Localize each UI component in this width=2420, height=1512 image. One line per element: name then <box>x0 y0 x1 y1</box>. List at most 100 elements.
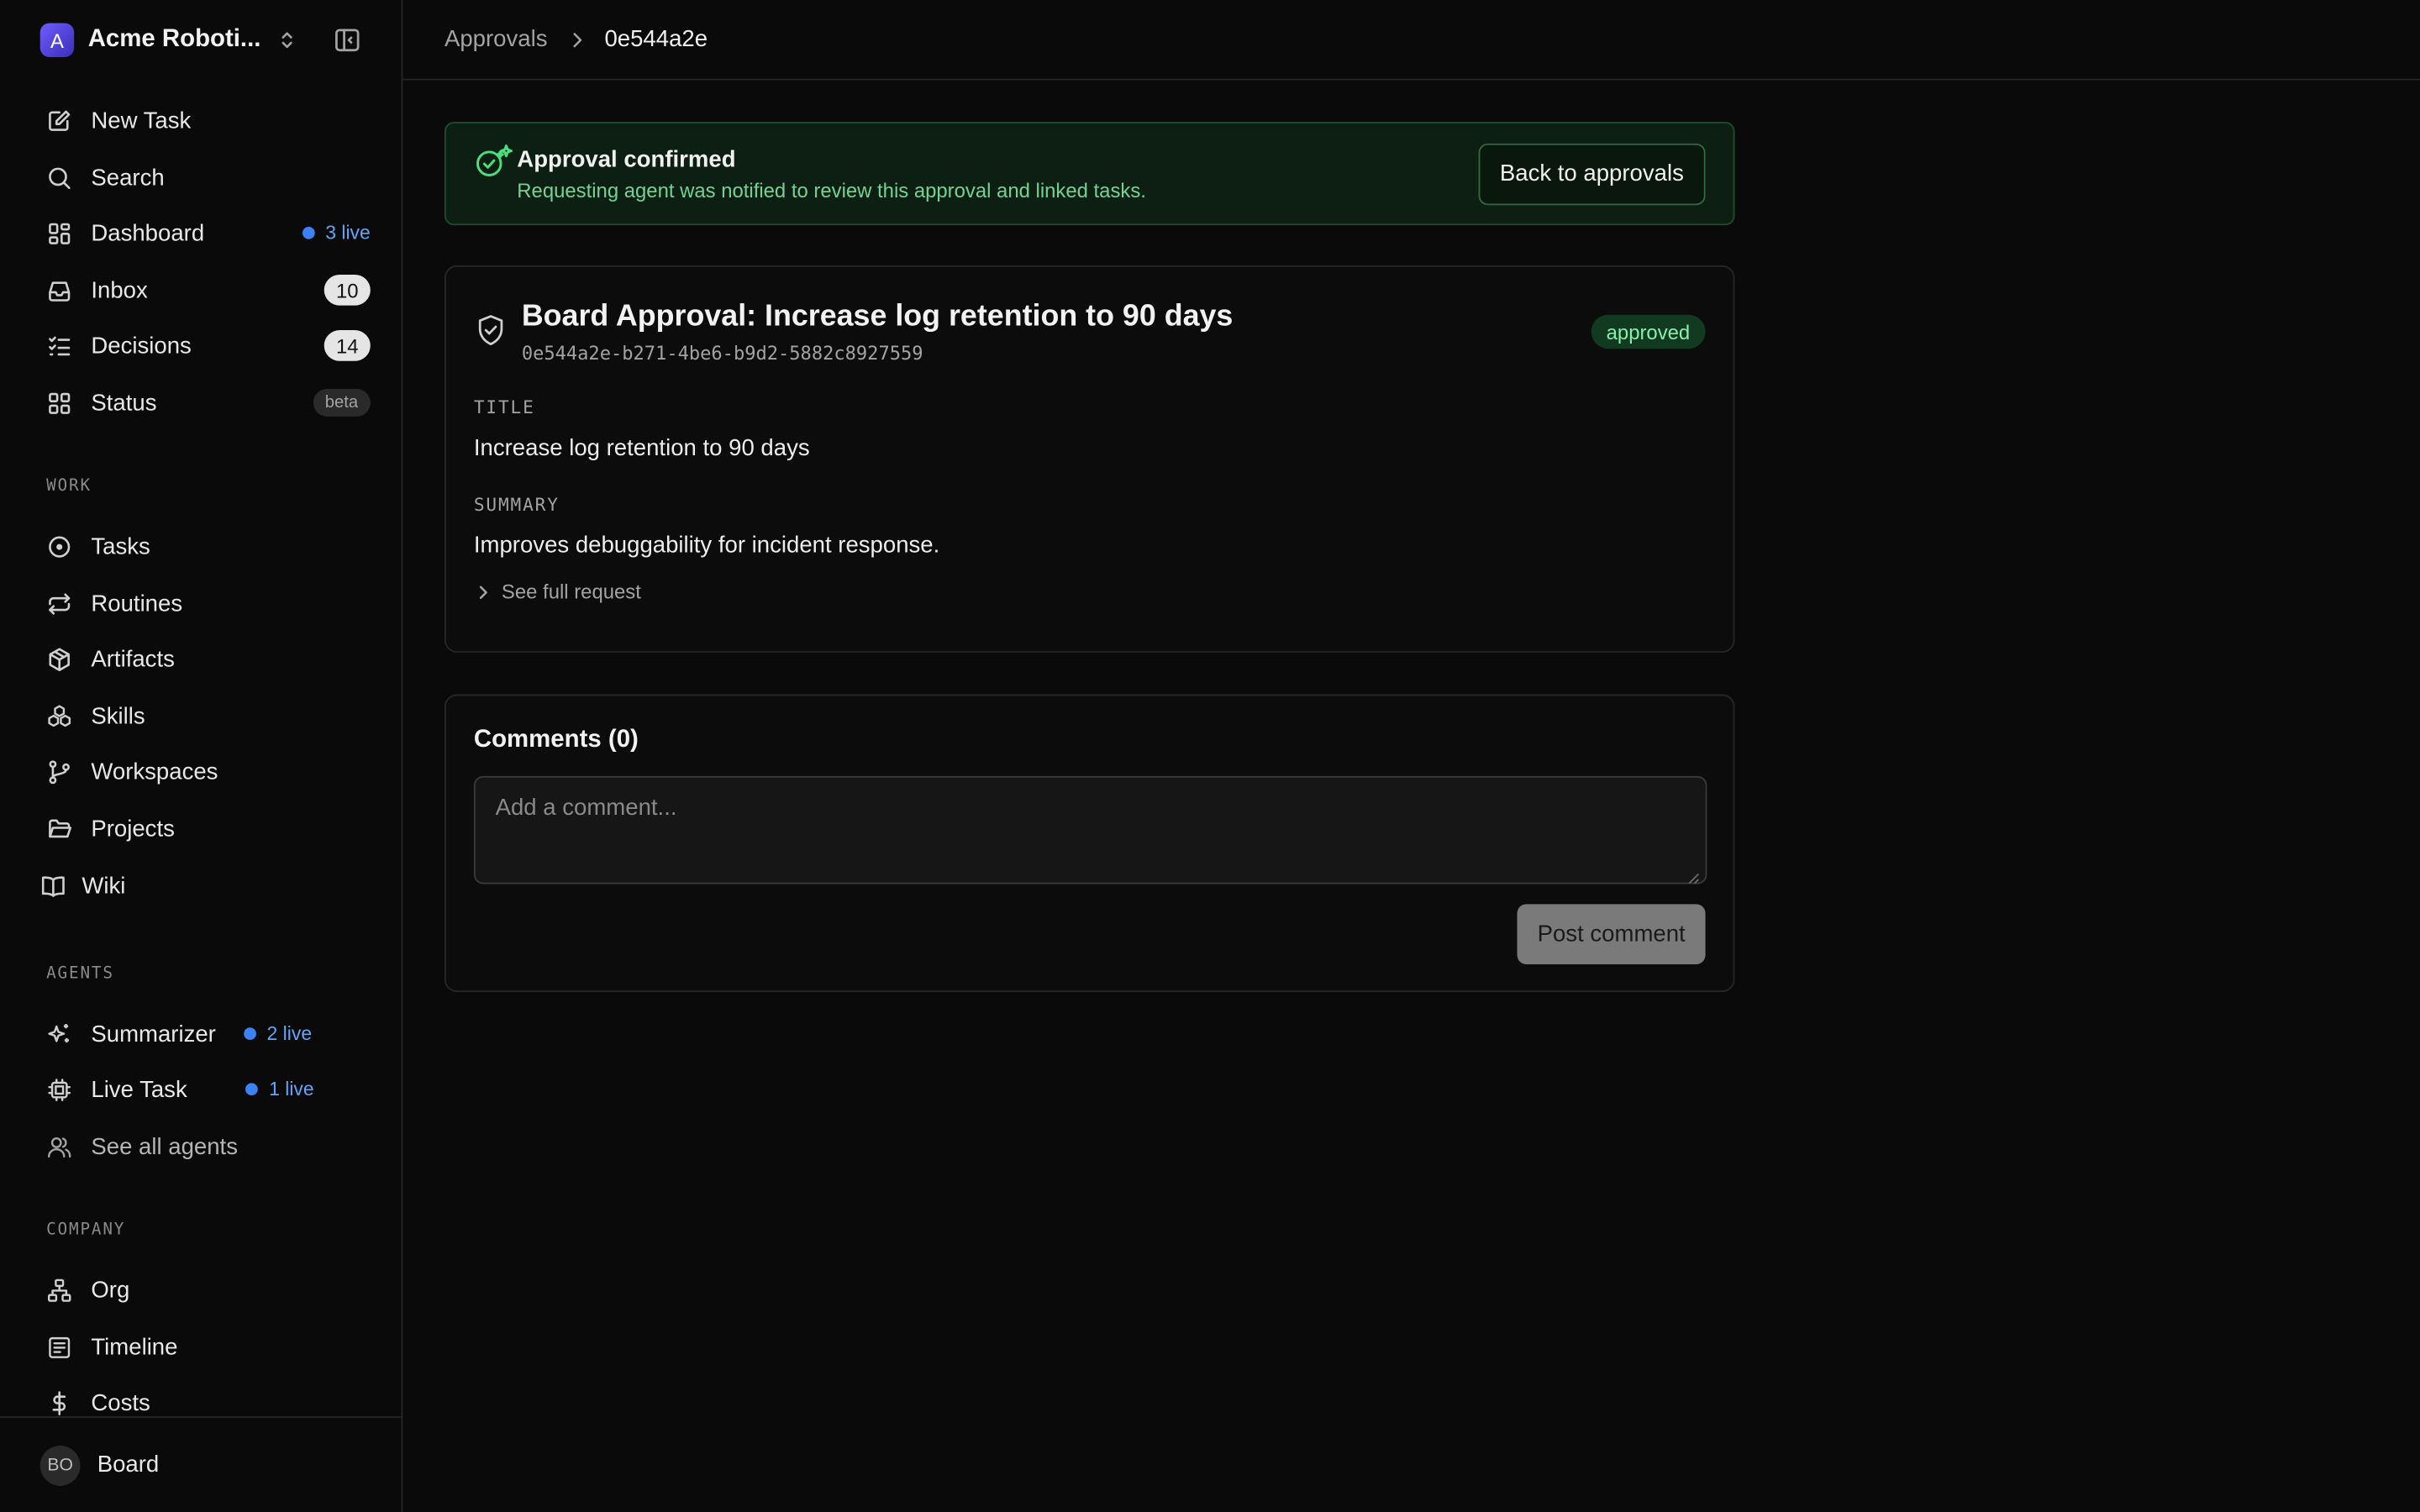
nav-label: Wiki <box>82 872 126 899</box>
nav-label: Projects <box>91 815 175 842</box>
summary-field-label: SUMMARY <box>473 493 560 516</box>
avatar: BO <box>39 1445 81 1485</box>
beta-badge: beta <box>313 388 371 417</box>
approval-titles: Board Approval: Increase log retention t… <box>521 295 1234 365</box>
nav-dashboard[interactable]: Dashboard 3 live <box>31 210 371 256</box>
nav-label: Inbox <box>91 276 148 303</box>
nav-workspaces[interactable]: Workspaces <box>31 748 371 795</box>
nav-see-all-agents[interactable]: See all agents <box>31 1123 371 1169</box>
nav-label: Skills <box>91 702 145 729</box>
checklist-icon <box>49 335 71 355</box>
circle-dot-icon <box>49 535 71 557</box>
sidebar: A Acme Roboti... New Task Search Dashboa… <box>0 0 403 1512</box>
nav-label: New Task <box>91 107 192 134</box>
nav-label: Summarizer <box>91 1020 216 1047</box>
nav-status[interactable]: Status beta <box>31 380 371 426</box>
count-badge: 10 <box>324 274 371 306</box>
check-sparkle-icon <box>476 144 513 176</box>
nav-label: Routines <box>91 590 183 617</box>
see-full-request-toggle[interactable]: See full request <box>474 580 1706 604</box>
git-branch-icon <box>49 759 70 784</box>
approval-card: Board Approval: Increase log retention t… <box>444 265 1735 653</box>
user-menu[interactable]: BO Board <box>0 1416 402 1512</box>
nav-routines[interactable]: Routines <box>31 580 371 627</box>
boxes-icon <box>48 704 71 727</box>
live-indicator: 2 live <box>243 1022 313 1045</box>
nav-search[interactable]: Search <box>31 155 371 201</box>
live-dot <box>302 226 315 239</box>
nav-label: See all agents <box>91 1133 238 1160</box>
banner-title: Approval confirmed <box>517 145 736 172</box>
title-field-label: TITLE <box>473 396 535 418</box>
nav-wiki[interactable]: Wiki <box>24 863 370 909</box>
nav-projects[interactable]: Projects <box>31 806 371 852</box>
search-icon <box>49 166 71 189</box>
shield-check-icon <box>478 315 503 345</box>
comments-card: Comments (0) Post comment <box>444 694 1735 993</box>
grid-icon <box>49 391 71 413</box>
section-label-work: WORK <box>46 476 92 496</box>
see-full-request-label: See full request <box>501 580 641 604</box>
banner-text: Approval confirmed Requesting agent was … <box>517 146 1146 202</box>
list-box-icon <box>49 1336 71 1357</box>
users-icon <box>48 1137 71 1158</box>
nav-label: Dashboard <box>91 219 205 246</box>
edit-icon <box>49 109 71 130</box>
nav-label: Search <box>91 164 165 191</box>
nav-label: Live Task <box>91 1076 187 1103</box>
nav-agent-live-task[interactable]: Live Task 1 live <box>31 1066 371 1112</box>
section-label-agents: AGENTS <box>46 963 114 983</box>
nav-agent-summarizer[interactable]: Summarizer 2 live <box>31 1011 371 1057</box>
status-badge: approved <box>1591 314 1706 349</box>
count-badge: 14 <box>324 330 371 361</box>
collapse-sidebar-icon[interactable] <box>334 26 361 54</box>
nav-label: Timeline <box>91 1333 178 1361</box>
nav-new-task[interactable]: New Task <box>31 97 371 144</box>
nav-org[interactable]: Org <box>31 1267 371 1313</box>
repeat-icon <box>49 592 71 614</box>
section-label-company: COMPANY <box>46 1220 126 1239</box>
chevron-right-icon <box>479 585 487 599</box>
folder-open-icon <box>49 818 72 837</box>
live-indicator: 1 live <box>245 1078 314 1100</box>
summary-field-value: Improves debuggability for incident resp… <box>473 532 940 559</box>
user-name: Board <box>97 1452 160 1478</box>
live-count: 1 live <box>269 1078 314 1100</box>
title-field-value: Increase log retention to 90 days <box>473 434 810 462</box>
nav-timeline[interactable]: Timeline <box>31 1324 371 1370</box>
dashboard-icon <box>49 222 71 244</box>
book-icon <box>41 875 65 896</box>
approval-title: Board Approval: Increase log retention t… <box>521 299 1234 333</box>
back-to-approvals-button[interactable]: Back to approvals <box>1478 142 1706 205</box>
network-icon <box>48 1278 71 1301</box>
workspace-header: A Acme Roboti... <box>0 0 402 81</box>
post-comment-button[interactable]: Post comment <box>1517 904 1706 964</box>
resize-handle-icon[interactable] <box>1687 872 1700 885</box>
approval-id: 0e544a2e-b271-4be6-b9d2-5882c8927559 <box>521 342 923 365</box>
comment-input[interactable] <box>473 775 1707 885</box>
breadcrumb: Approvals 0e544a2e <box>402 0 2420 81</box>
nav-label: Costs <box>91 1389 150 1416</box>
workspace-name[interactable]: Acme Roboti... <box>88 26 261 54</box>
nav-decisions[interactable]: Decisions 14 <box>31 323 371 369</box>
inbox-icon <box>49 281 71 301</box>
nav-skills[interactable]: Skills <box>31 693 371 739</box>
nav-artifacts[interactable]: Artifacts <box>31 636 371 682</box>
approval-header: Board Approval: Increase log retention t… <box>474 295 1706 365</box>
live-count: 3 live <box>325 222 371 244</box>
live-count: 2 live <box>266 1022 313 1045</box>
banner-subtitle: Requesting agent was notified to review … <box>517 178 1146 202</box>
nav-label: Tasks <box>91 533 150 559</box>
workspace-avatar[interactable]: A <box>39 23 75 57</box>
package-icon <box>49 647 70 671</box>
sparkles-icon <box>48 1023 69 1042</box>
chevron-up-down-icon[interactable] <box>276 29 298 51</box>
nav-label: Decisions <box>91 332 192 360</box>
nav-inbox[interactable]: Inbox 10 <box>31 267 371 313</box>
breadcrumb-current: 0e544a2e <box>604 26 708 53</box>
nav-tasks[interactable]: Tasks <box>31 523 371 570</box>
nav-label: Workspaces <box>91 758 218 785</box>
breadcrumb-approvals-link[interactable]: Approvals <box>445 26 548 52</box>
nav-label: Status <box>91 389 157 416</box>
chevron-right-icon <box>572 32 581 47</box>
